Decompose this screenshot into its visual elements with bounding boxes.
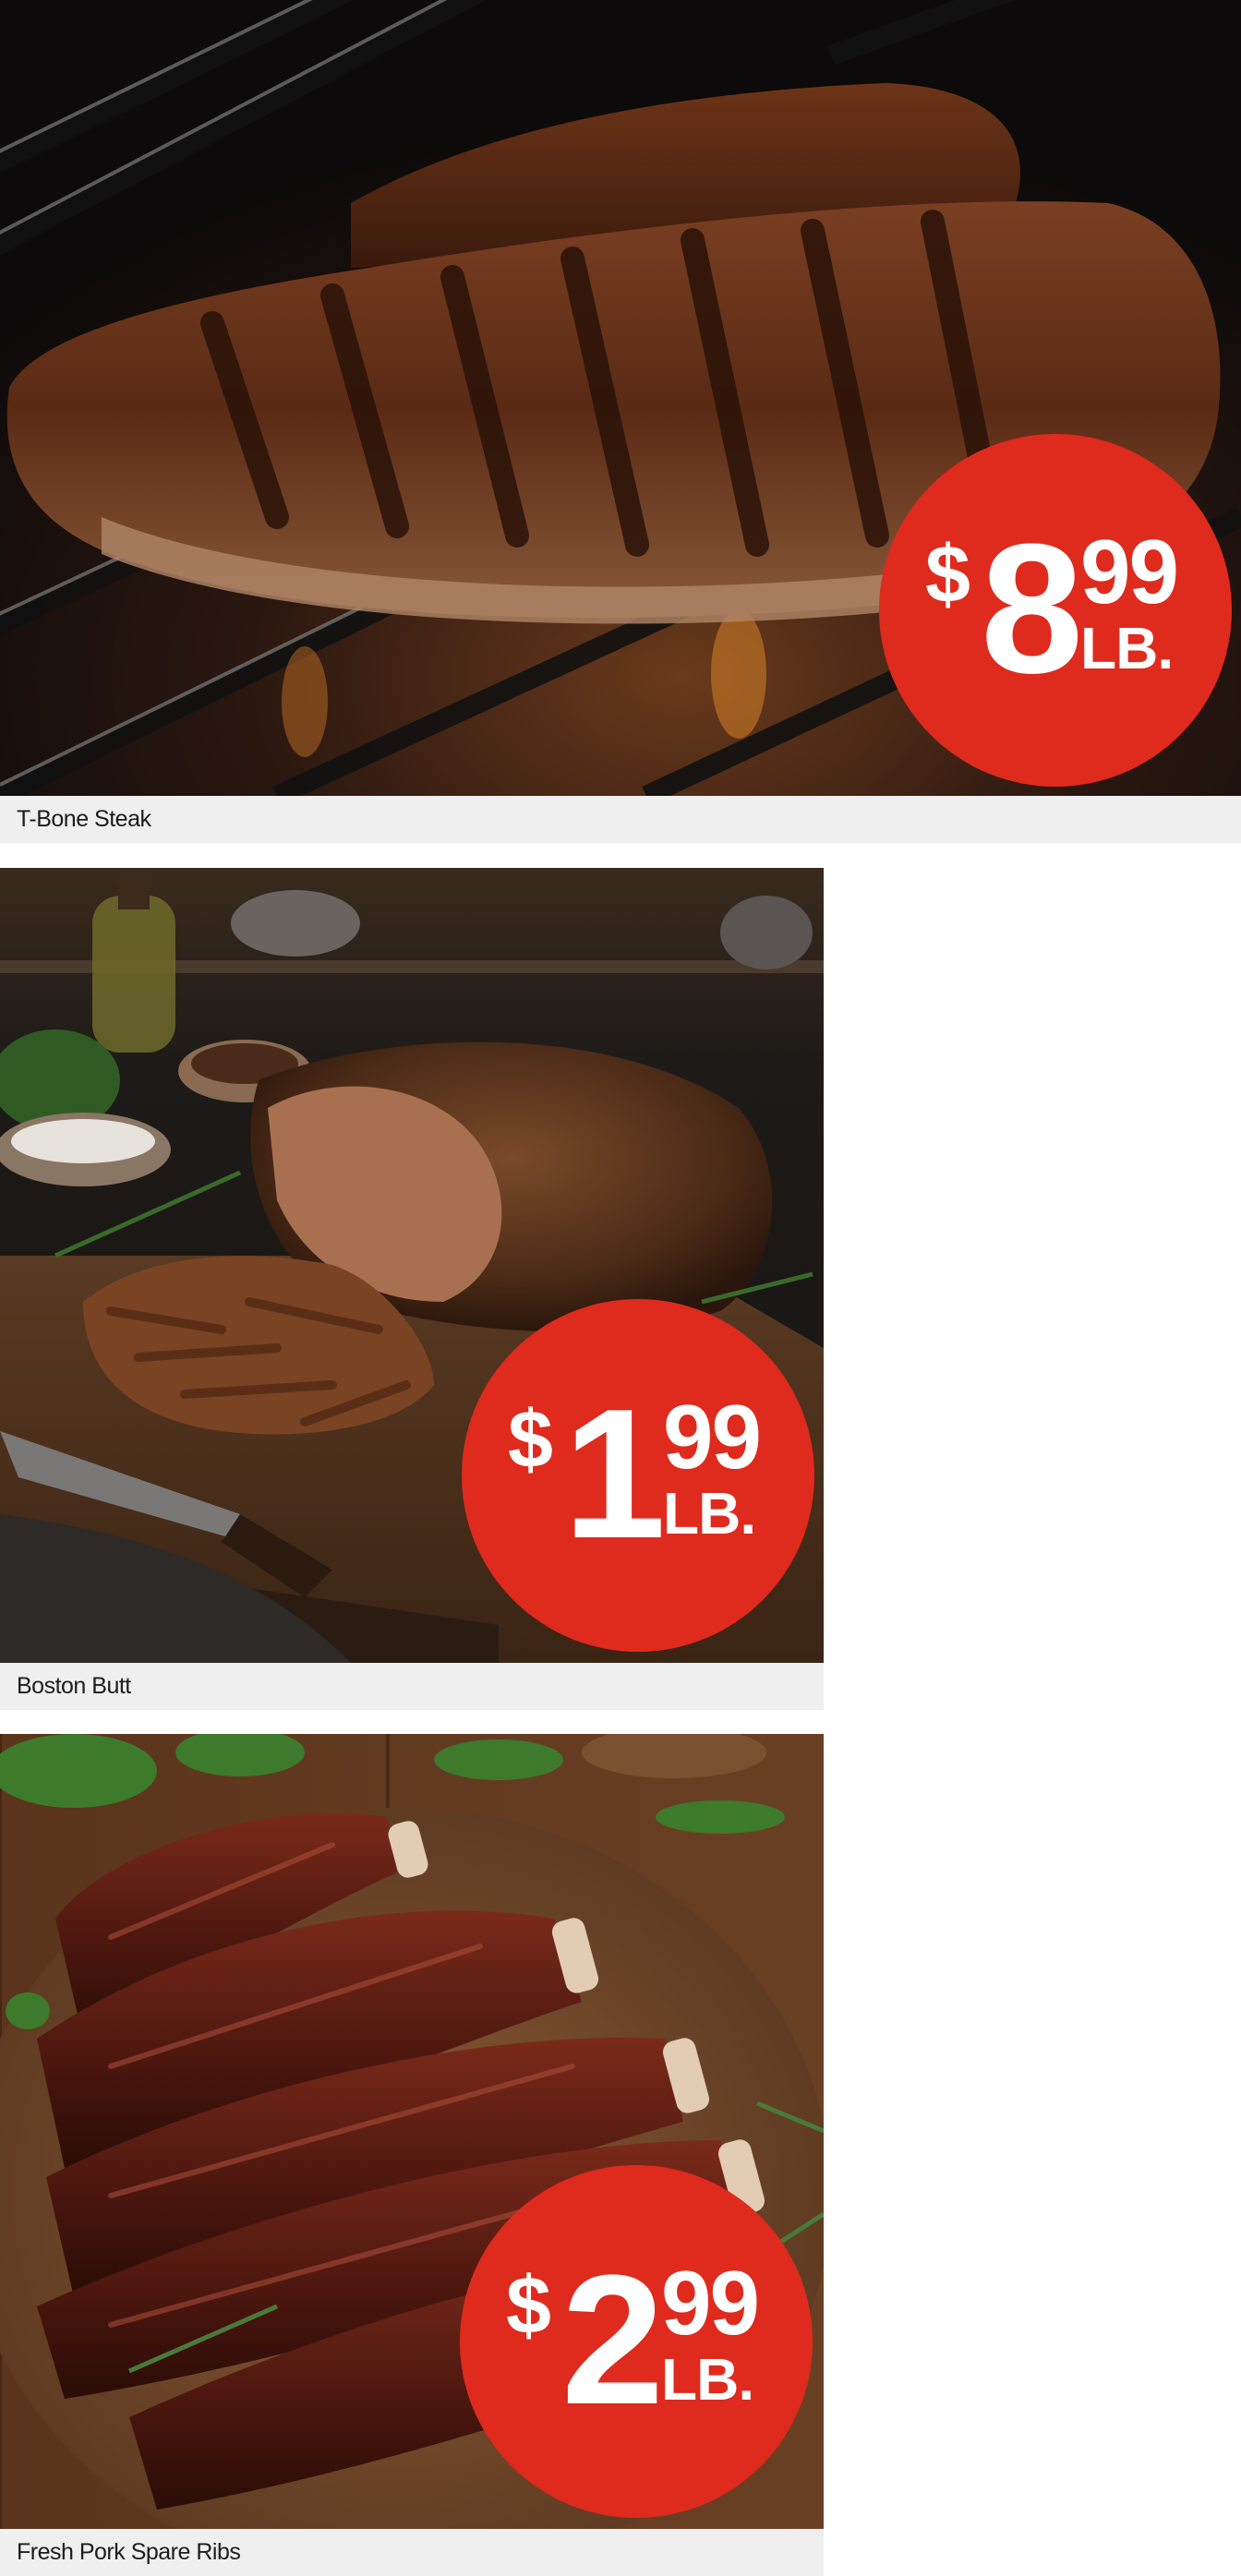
product-card-spare-ribs[interactable]: $ 2 99 LB. Fresh Pork Spare Ribs: [0, 1734, 824, 2576]
price-whole: 8: [981, 506, 1083, 712]
product-card-boston-butt[interactable]: $ 1 99 LB. Boston Butt: [0, 868, 824, 1710]
price-unit: LB.: [661, 2346, 754, 2413]
price-currency: $: [506, 2259, 551, 2351]
price-cents: 99: [663, 1386, 762, 1487]
price-badge: $ 8 99 LB.: [879, 434, 1232, 787]
product-name[interactable]: T-Bone Steak: [0, 796, 1241, 843]
price-unit: LB.: [1080, 615, 1174, 681]
price-badge: $ 1 99 LB.: [462, 1299, 814, 1652]
price-whole: 1: [563, 1371, 666, 1577]
price-whole: 2: [561, 2237, 664, 2443]
price-currency: $: [925, 528, 970, 620]
product-name[interactable]: Fresh Pork Spare Ribs: [0, 2529, 824, 2576]
price-cents: 99: [1080, 521, 1179, 622]
price-unit: LB.: [663, 1480, 756, 1547]
product-name[interactable]: Boston Butt: [0, 1663, 824, 1710]
product-card-tbone[interactable]: $ 8 99 LB. T-Bone Steak: [0, 0, 1241, 843]
price-badge: $ 2 99 LB.: [460, 2165, 813, 2518]
price-cents: 99: [661, 2252, 760, 2353]
price-currency: $: [508, 1393, 553, 1485]
